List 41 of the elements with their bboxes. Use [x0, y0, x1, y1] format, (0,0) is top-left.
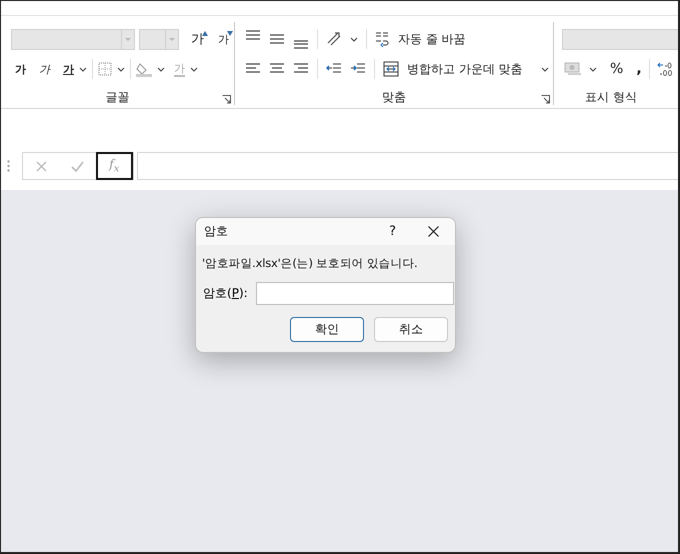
caret-icon[interactable]	[157, 66, 165, 72]
bold-button[interactable]: 가	[15, 62, 26, 76]
grip-icon[interactable]	[7, 160, 10, 172]
dialog-title: 암호	[204, 223, 228, 240]
increase-decimal-icon[interactable]	[656, 61, 673, 77]
orientation-icon[interactable]	[326, 31, 342, 47]
caret-icon[interactable]	[117, 66, 125, 72]
group-label: 표시 형식	[585, 89, 637, 105]
fill-color-icon[interactable]	[136, 61, 152, 77]
percent-button[interactable]: %	[610, 61, 624, 77]
wrap-text-button[interactable]: 자동 줄 바꿈	[398, 30, 466, 48]
formula-input[interactable]	[137, 152, 678, 180]
borders-icon[interactable]	[98, 62, 112, 76]
caret-icon[interactable]	[540, 66, 549, 72]
dialog-launcher-icon[interactable]	[541, 95, 550, 104]
up-triangle-icon	[202, 30, 208, 36]
caret-icon[interactable]	[589, 66, 597, 72]
wrap-text-icon[interactable]	[375, 31, 390, 47]
caret-icon[interactable]	[190, 66, 198, 72]
dialog-launcher-icon[interactable]	[222, 95, 231, 104]
check-icon[interactable]	[70, 160, 84, 172]
group-label: 맞춤	[382, 89, 406, 105]
underline-button[interactable]: 가	[63, 62, 74, 76]
comma-button[interactable]: ,	[636, 61, 642, 77]
password-field[interactable]	[256, 282, 454, 305]
middle-align-icon[interactable]	[269, 32, 285, 46]
group-label: 글꼴	[106, 89, 130, 105]
cancel-button[interactable]: 취소	[374, 317, 448, 342]
caret-icon[interactable]	[350, 36, 358, 42]
ok-button[interactable]: 확인	[290, 317, 364, 342]
shrink-font-button[interactable]: 가	[218, 32, 229, 46]
help-button[interactable]: ?	[389, 224, 396, 239]
down-triangle-icon	[227, 30, 233, 36]
merge-center-button[interactable]: 병합하고 가운데 맞춤	[407, 60, 523, 78]
merge-cells-icon[interactable]	[383, 61, 399, 77]
close-icon[interactable]	[428, 226, 439, 237]
protected-message: '암호파일.xlsx'은(는) 보호되어 있습니다.	[202, 256, 419, 271]
caret-icon[interactable]	[79, 66, 87, 72]
password-label: 암호(P):	[203, 285, 248, 302]
grow-font-button[interactable]: 가	[191, 30, 204, 48]
italic-button[interactable]: 가	[39, 62, 50, 76]
